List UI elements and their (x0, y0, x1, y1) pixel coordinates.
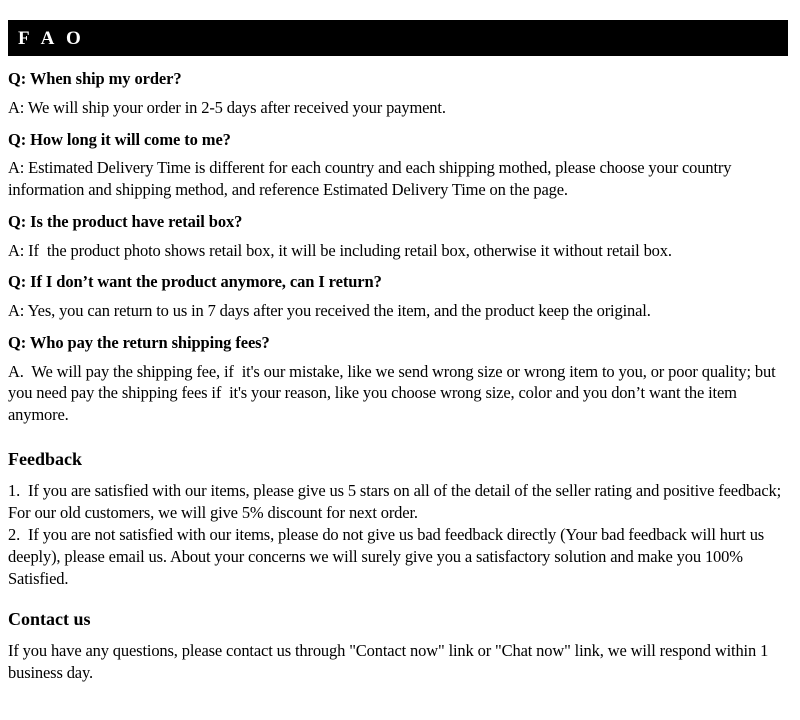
faq-title-bar: F A O (8, 20, 788, 56)
faq-page: F A O Q: When ship my order? A: We will … (0, 20, 800, 720)
feedback-item-1: 1. If you are satisfied with our items, … (8, 481, 786, 523)
faq-entry-4: Q: If I don’t want the product anymore, … (8, 271, 790, 322)
feedback-item-2: 2. If you are not satisfied with our ite… (8, 525, 769, 589)
contact-body: If you have any questions, please contac… (8, 641, 773, 683)
feedback-heading: Feedback (8, 448, 82, 469)
faq-answer: A: Yes, you can return to us in 7 days a… (8, 301, 651, 321)
page-title: F A O (18, 27, 85, 49)
contact-section: Contact us If you have any questions, pl… (8, 608, 790, 684)
faq-answer: A: We will ship your order in 2-5 days a… (8, 97, 446, 117)
faq-list: Q: When ship my order? A: We will ship y… (8, 68, 790, 426)
faq-question: Q: When ship my order? (8, 69, 182, 88)
faq-question: Q: How long it will come to me? (8, 129, 231, 149)
contact-heading: Contact us (8, 609, 91, 630)
faq-answer: A. We will pay the shipping fee, if it's… (8, 361, 780, 425)
faq-question: Q: Who pay the return shipping fees? (8, 332, 270, 352)
faq-answer: A: Estimated Delivery Time is different … (8, 158, 736, 200)
faq-answer: A: If the product photo shows retail box… (8, 240, 672, 260)
faq-question: Q: If I don’t want the product anymore, … (8, 272, 382, 292)
feedback-section: Feedback 1. If you are satisfied with ou… (8, 448, 790, 590)
faq-entry-5: Q: Who pay the return shipping fees? A. … (8, 332, 790, 426)
faq-entry-3: Q: Is the product have retail box? A: If… (8, 211, 790, 262)
faq-entry-2: Q: How long it will come to me? A: Estim… (8, 129, 790, 201)
faq-entry-1: Q: When ship my order? A: We will ship y… (8, 68, 790, 119)
faq-question: Q: Is the product have retail box? (8, 211, 243, 231)
